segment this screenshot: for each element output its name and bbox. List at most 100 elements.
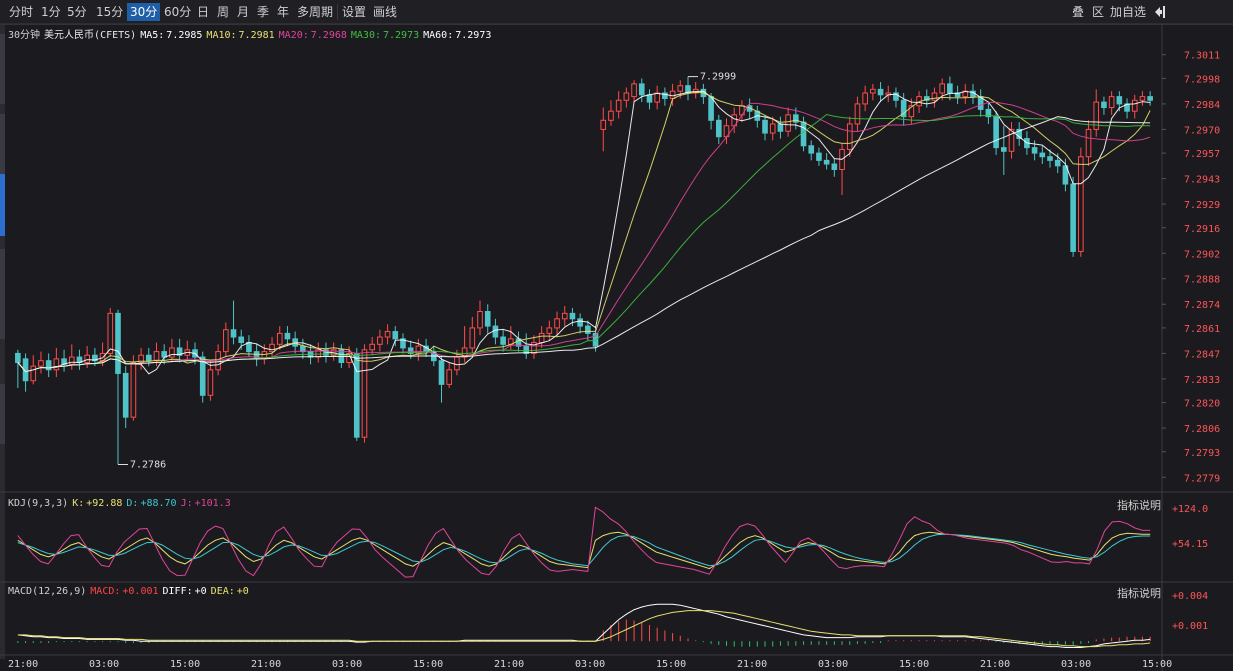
candle-body <box>638 83 645 96</box>
time-axis-label: 03:00 <box>818 659 848 670</box>
candle-body <box>276 332 283 345</box>
candle-body <box>384 331 391 338</box>
candle-body <box>161 351 168 358</box>
candle-body <box>608 110 614 121</box>
candle-body <box>816 152 822 161</box>
candle-body <box>84 354 90 364</box>
candle-body <box>1000 147 1007 152</box>
price-axis-label: 7.2806 <box>1184 424 1220 435</box>
time-axis-label: 15:00 <box>656 659 686 670</box>
price-axis-label: 7.2847 <box>1184 349 1220 360</box>
candle-body <box>477 311 483 329</box>
candle-body <box>800 121 807 147</box>
kdj-axis-label: +124.0 <box>1172 504 1208 515</box>
candle-body <box>454 356 460 371</box>
candle-body <box>823 159 830 165</box>
price-axis-label: 7.2957 <box>1184 149 1220 160</box>
candle-body <box>600 119 607 130</box>
candle-body <box>785 114 791 132</box>
candle-body <box>469 327 476 349</box>
time-axis-label: 03:00 <box>89 659 119 670</box>
price-axis-label: 7.2820 <box>1184 399 1220 410</box>
candle-body <box>870 88 876 94</box>
candle-body <box>122 372 129 418</box>
candle-body <box>831 163 838 170</box>
candle-body <box>561 312 568 320</box>
high-annotation: 7.2999 <box>700 72 736 83</box>
candle-body <box>1116 96 1123 105</box>
ma30-line <box>17 113 1151 373</box>
candle-body <box>546 327 553 334</box>
time-axis-label: 15:00 <box>899 659 929 670</box>
candle-body <box>353 352 360 438</box>
price-axis-label: 7.2943 <box>1184 175 1220 186</box>
time-axis-label: 15:00 <box>413 659 443 670</box>
candle-body <box>361 349 368 438</box>
candle-body <box>1078 156 1084 252</box>
price-axis-label: 7.2888 <box>1184 275 1220 286</box>
candle-body <box>169 347 175 358</box>
kdj-axis-label: +54.15 <box>1172 539 1208 550</box>
candle-body <box>38 360 44 367</box>
candle-body <box>777 123 784 132</box>
time-axis-label: 21:00 <box>251 659 281 670</box>
price-axis-label: 7.2929 <box>1184 200 1220 211</box>
low-annotation: 7.2786 <box>130 460 166 471</box>
candle-body <box>68 356 75 365</box>
time-axis-label: 03:00 <box>332 659 362 670</box>
candle-body <box>1054 159 1061 167</box>
candle-body <box>500 336 506 345</box>
candle-body <box>207 369 214 396</box>
candle-body <box>862 92 868 105</box>
candle-body <box>854 103 861 125</box>
candle-body <box>115 312 121 374</box>
candle-body <box>762 119 768 134</box>
time-axis-label: 21:00 <box>737 659 767 670</box>
candle-body <box>669 90 676 99</box>
macd-axis-label: +0.004 <box>1172 591 1208 602</box>
candle-body <box>130 362 137 418</box>
candle-body <box>631 83 637 98</box>
candle-body <box>585 325 591 334</box>
candle-body <box>377 336 383 345</box>
candle-body <box>1101 101 1107 109</box>
candle-body <box>369 343 375 351</box>
candle-body <box>538 332 545 343</box>
candle-body <box>1070 183 1076 252</box>
candle-body <box>492 325 499 338</box>
kdj-d-line <box>17 533 1151 567</box>
candle-body <box>284 332 291 340</box>
time-axis-label: 03:00 <box>575 659 605 670</box>
candle-body <box>569 312 576 320</box>
candle-body <box>230 329 237 338</box>
time-axis-label: 21:00 <box>980 659 1010 670</box>
candle-body <box>993 116 999 149</box>
ma10-line <box>17 91 1151 373</box>
time-axis-label: 15:00 <box>1142 659 1172 670</box>
candle-body <box>708 96 714 121</box>
candle-body <box>615 99 622 112</box>
candle-body <box>145 354 152 362</box>
time-axis-label: 03:00 <box>1061 659 1091 670</box>
time-axis-label: 21:00 <box>494 659 524 670</box>
candle-body <box>438 360 445 385</box>
candle-body <box>877 88 884 96</box>
candle-body <box>1031 147 1038 154</box>
candle-body <box>769 123 776 134</box>
kline-chart[interactable]: 7.3011 7.2998 7.2984 7.2970 7.2957 7.2943 7.29… <box>0 0 1233 671</box>
candle-body <box>1085 128 1092 158</box>
candle-body <box>1047 156 1053 161</box>
macd-axis-label: +0.001 <box>1172 621 1208 632</box>
candle-body <box>554 318 560 329</box>
price-axis-label: 7.3011 <box>1184 51 1220 62</box>
candle-body <box>153 351 160 362</box>
candle-body <box>53 358 60 371</box>
candle-body <box>808 145 815 154</box>
candle-body <box>846 123 853 150</box>
ma60-line <box>17 116 1151 373</box>
candle-body <box>1131 99 1138 112</box>
price-axis-label: 7.2998 <box>1184 74 1220 85</box>
price-axis-label: 7.2793 <box>1184 448 1220 459</box>
candle-body <box>1039 152 1046 158</box>
price-axis-label: 7.2861 <box>1184 324 1220 335</box>
